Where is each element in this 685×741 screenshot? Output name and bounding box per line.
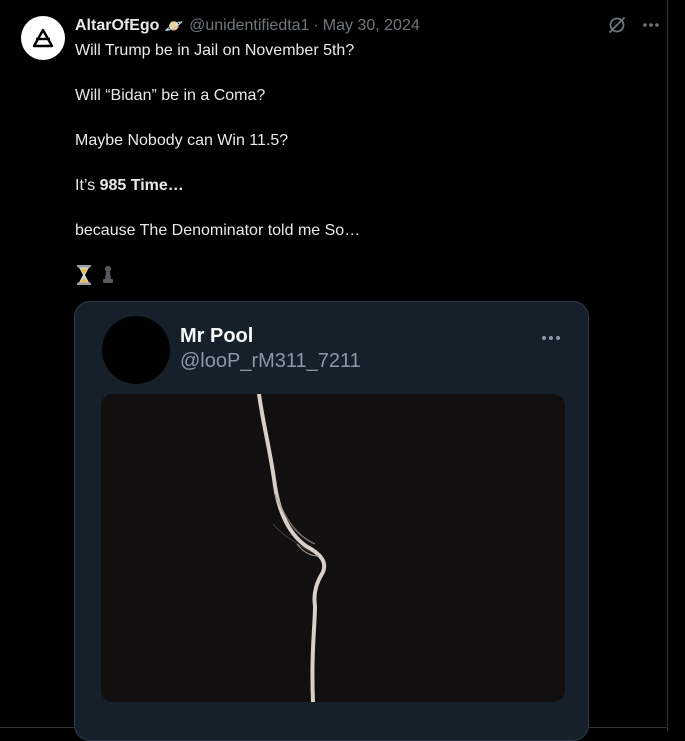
- post-line: It’s 985 Time…: [75, 175, 595, 197]
- post-line-prefix: It’s: [75, 177, 100, 194]
- planet-emoji: 🪐: [164, 17, 184, 35]
- hourglass-emoji: [77, 265, 91, 285]
- more-icon[interactable]: [541, 328, 561, 346]
- separator-dot: ·: [313, 17, 319, 34]
- user-handle[interactable]: @unidentifiedta1: [189, 17, 309, 35]
- post-line: because The Denominator told me So…: [75, 222, 361, 239]
- chess-pawn-emoji: [103, 265, 113, 283]
- post-line: Maybe Nobody can Win 11.5?: [75, 132, 289, 149]
- post-header: AltarOfEgo 🪐 @unidentifiedta1 · May 30, …: [75, 15, 420, 37]
- alchemy-triangle-icon: [32, 28, 54, 48]
- quoted-handle[interactable]: @looP_rM311_7211: [180, 350, 361, 373]
- post-date[interactable]: May 30, 2024: [323, 17, 420, 35]
- quoted-avatar[interactable]: [102, 316, 170, 384]
- more-icon[interactable]: [640, 14, 662, 36]
- post-line-bold: 985 Time…: [99, 177, 184, 194]
- post-actions-top: [606, 14, 662, 36]
- dark-silhouette-photo: [101, 394, 565, 702]
- frame-border-right: [667, 0, 668, 731]
- post-line: Will “Bidan” be in a Coma?: [75, 87, 266, 104]
- grok-icon[interactable]: [606, 14, 628, 36]
- post-line: Will Trump be in Jail on November 5th?: [75, 42, 355, 59]
- display-name[interactable]: AltarOfEgo: [75, 17, 159, 35]
- avatar[interactable]: [21, 16, 65, 60]
- post-text: Will Trump be in Jail on November 5th? W…: [75, 40, 595, 265]
- quoted-post-card[interactable]: Mr Pool @looP_rM311_7211: [74, 301, 589, 741]
- quoted-display-name[interactable]: Mr Pool: [180, 325, 253, 348]
- quoted-media-image[interactable]: [101, 394, 565, 702]
- emoji-row: [76, 264, 116, 286]
